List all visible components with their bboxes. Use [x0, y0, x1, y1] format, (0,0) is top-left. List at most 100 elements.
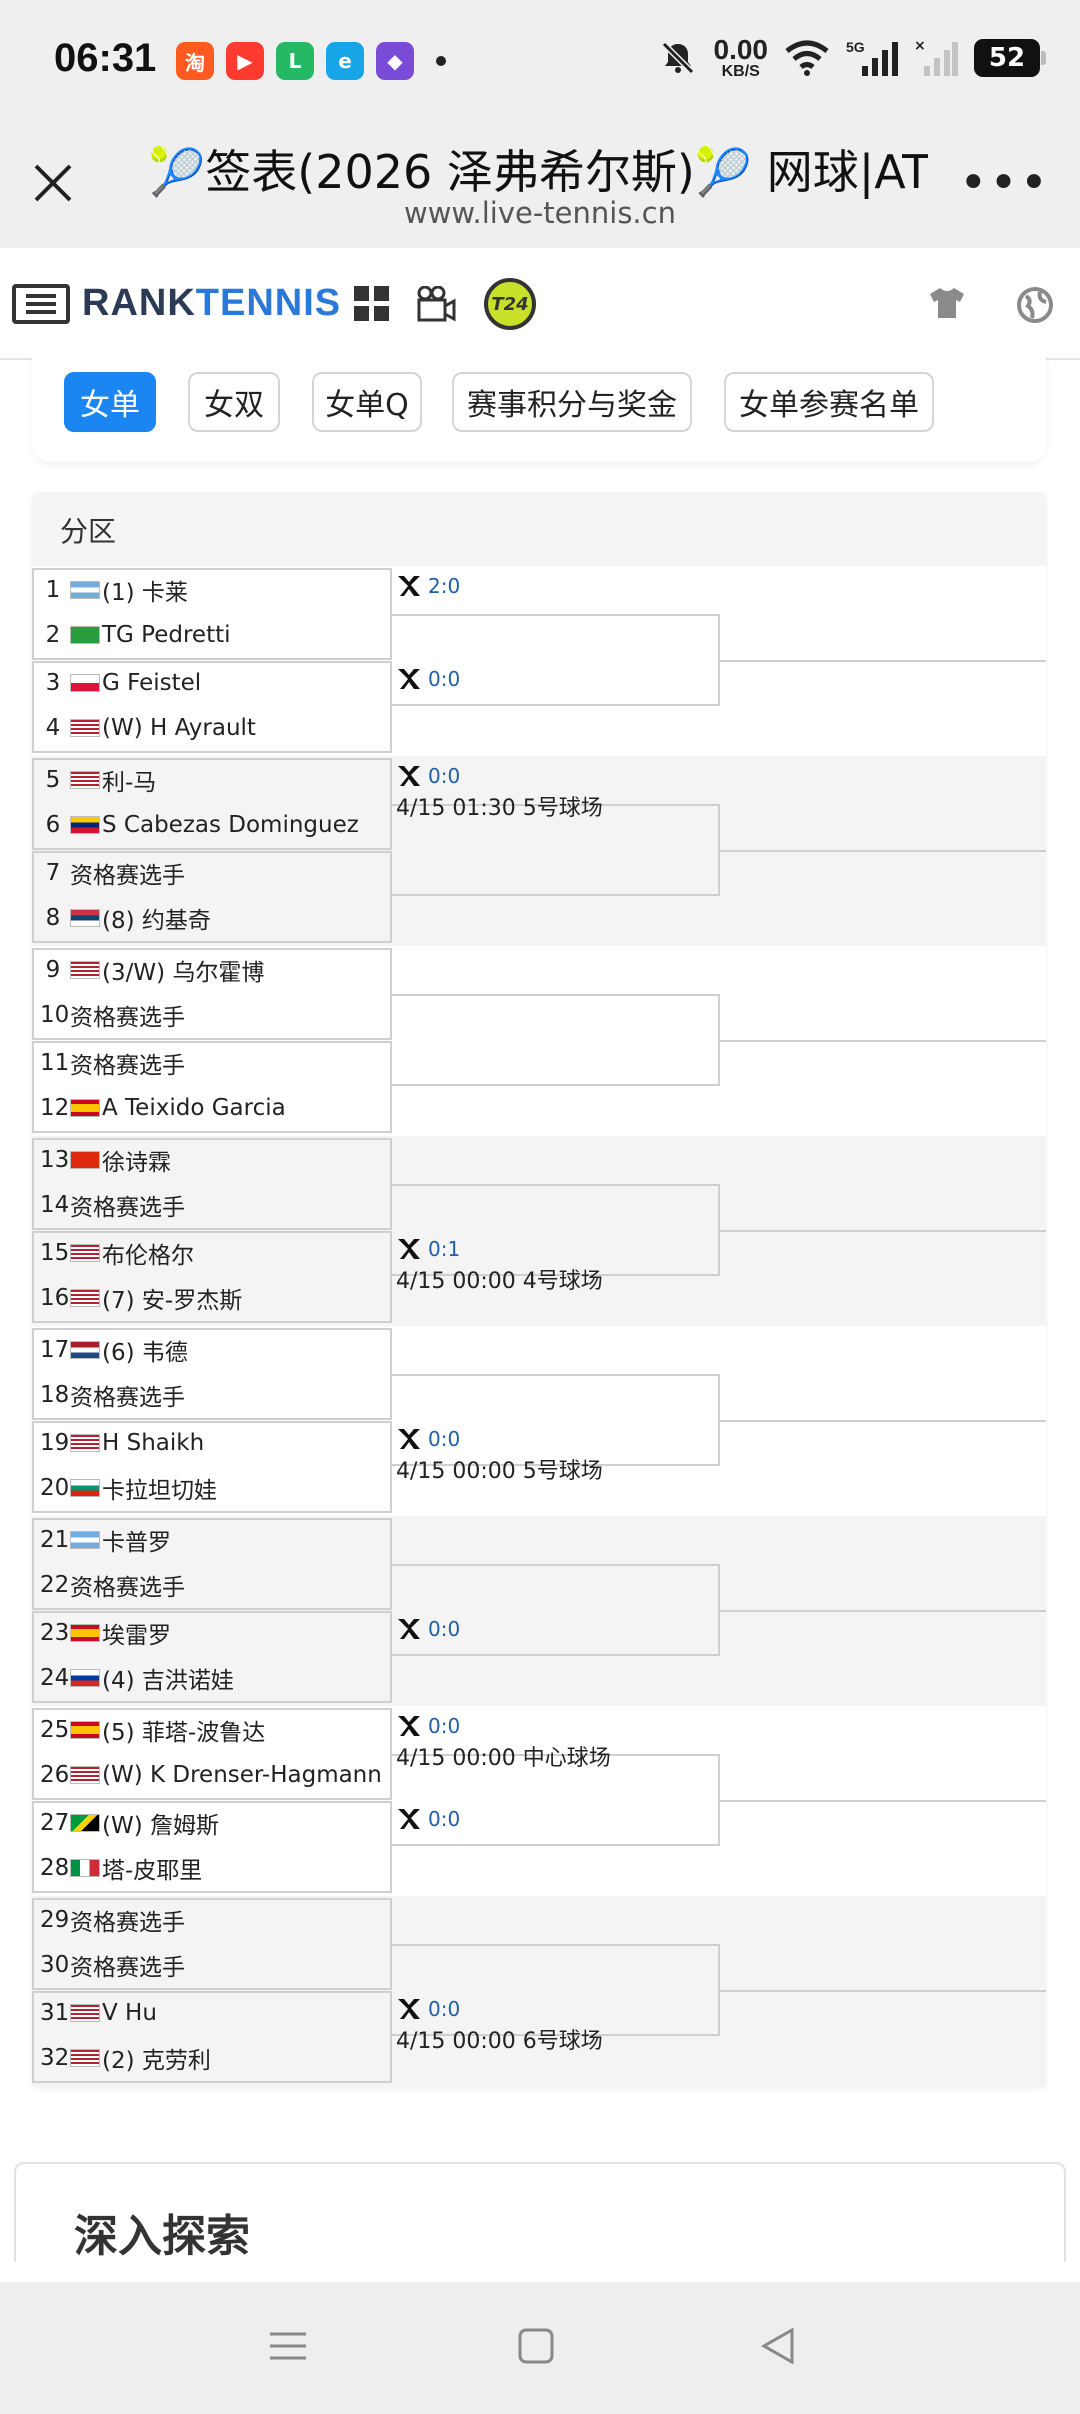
match-score[interactable]: 0:0	[396, 764, 460, 788]
draw-position: 27	[40, 1810, 70, 1836]
player-row[interactable]: 6 S Cabezas Dominguez	[40, 803, 359, 847]
player-row[interactable]: 12 A Teixido Garcia	[40, 1086, 286, 1130]
draw-position: 12	[40, 1094, 70, 1121]
player-row[interactable]: 29 资格赛选手	[40, 1898, 185, 1942]
player-row[interactable]: 25 (5) 菲塔-波鲁达	[40, 1708, 265, 1752]
player-row[interactable]: 5 利-马	[40, 758, 157, 802]
player-name: 卡普罗	[102, 1530, 171, 1556]
player-row[interactable]: 14 资格赛选手	[40, 1183, 185, 1227]
tab-womens-singles[interactable]: 女单	[64, 372, 156, 432]
match-score[interactable]: 0:0	[396, 1714, 460, 1738]
tab-entry-list[interactable]: 女单参赛名单	[724, 372, 934, 432]
logo-icon	[12, 283, 70, 324]
notification-app-icons: 淘 ▶ Le ◆	[176, 42, 446, 80]
match-score[interactable]: 0:0	[396, 667, 460, 691]
player-row[interactable]: 19 H Shaikh	[40, 1421, 204, 1465]
flag-icon	[70, 674, 100, 692]
home-icon[interactable]	[516, 2326, 556, 2366]
player-row[interactable]: 18 资格赛选手	[40, 1373, 185, 1417]
player-row[interactable]: 30 资格赛选手	[40, 1943, 185, 1987]
draw-position: 3	[45, 670, 61, 696]
player-row[interactable]: 13 徐诗霖	[40, 1138, 171, 1182]
explore-title: 深入探索	[74, 2211, 250, 2262]
player-row[interactable]: 7 资格赛选手	[40, 851, 185, 895]
flag-icon	[70, 1434, 100, 1452]
score-text: 2:0	[428, 574, 461, 598]
player-row[interactable]: 27 (W) 詹姆斯	[40, 1801, 219, 1845]
flag-icon	[70, 1858, 100, 1877]
third-round-connector	[718, 1040, 1046, 1042]
menu-icon[interactable]	[268, 2326, 308, 2366]
match-score[interactable]: 0:0	[396, 1807, 460, 1831]
wifi-icon	[785, 40, 829, 76]
player-row[interactable]: 28 塔-皮耶里	[40, 1846, 202, 1890]
draw-position: 9	[45, 957, 61, 983]
draw-position: 6	[45, 811, 61, 838]
signal-no-service-icon: ×	[914, 38, 958, 76]
player-row[interactable]: 16 (7) 安-罗杰斯	[40, 1276, 242, 1320]
draw-position: 22	[40, 1571, 70, 1598]
match-score[interactable]: 0:1	[396, 1237, 460, 1261]
flag-icon	[70, 1151, 100, 1169]
player-row[interactable]: 22 资格赛选手	[40, 1563, 185, 1607]
status-time: 06:31	[54, 36, 157, 80]
flag-icon	[70, 961, 100, 979]
flag-icon	[70, 1624, 100, 1642]
shirt-icon[interactable]	[928, 286, 966, 320]
globe-icon[interactable]	[1016, 286, 1054, 324]
player-row[interactable]: 21 卡普罗	[40, 1518, 171, 1562]
draw-position: 10	[40, 1001, 70, 1028]
player-row[interactable]: 15 布伦格尔	[40, 1231, 194, 1275]
player-row[interactable]: 20 卡拉坦切娃	[40, 1466, 217, 1510]
player-row[interactable]: 3 G Feistel	[40, 661, 202, 705]
match-score[interactable]: 0:0	[396, 1617, 460, 1641]
back-icon[interactable]	[758, 2326, 798, 2366]
t24-logo[interactable]: T24	[484, 278, 536, 330]
video-camera-icon[interactable]	[416, 286, 456, 322]
second-round-connector	[392, 994, 720, 1086]
player-row[interactable]: 23 埃雷罗	[40, 1611, 171, 1655]
game-app-icon: ◆	[376, 42, 414, 80]
player-name: 卡拉坦切娃	[102, 1477, 217, 1504]
crossed-rackets-icon	[398, 1429, 420, 1449]
tab-points-prize-money[interactable]: 赛事积分与奖金	[452, 372, 692, 432]
system-nav-bar	[0, 2282, 1080, 2414]
player-name: 资格赛选手	[70, 1384, 185, 1411]
crossed-rackets-icon	[398, 1239, 420, 1259]
player-row[interactable]: 4 (W) H Ayrault	[40, 706, 256, 750]
player-row[interactable]: 31 V Hu	[40, 1991, 157, 2035]
more-options-icon[interactable]: •••	[959, 159, 1050, 207]
flag-icon	[70, 2048, 100, 2067]
player-row[interactable]: 24 (4) 吉洪诺娃	[40, 1656, 234, 1700]
browser-title-bar: 🎾签表(2026 泽弗希尔斯)🎾 网球|AT... www.live-tenni…	[0, 118, 1080, 248]
player-name: (6) 韦德	[102, 1340, 188, 1366]
player-name: (2) 克劳利	[102, 2047, 211, 2074]
player-name: (W) K Drenser-Hagmann	[102, 1761, 382, 1788]
match-score[interactable]: 2:0	[396, 574, 460, 598]
flag-icon	[70, 1098, 100, 1117]
grid-menu-icon[interactable]	[354, 286, 390, 322]
player-row[interactable]: 11 资格赛选手	[40, 1041, 185, 1085]
player-row[interactable]: 8 (8) 约基奇	[40, 896, 211, 940]
crossed-rackets-icon	[398, 1619, 420, 1639]
match-schedule: 4/15 00:00 5号球场	[396, 1459, 603, 1484]
player-row[interactable]: 17 (6) 韦德	[40, 1328, 188, 1372]
player-name: (7) 安-罗杰斯	[102, 1287, 243, 1314]
tab-womens-doubles[interactable]: 女双	[188, 372, 280, 432]
draw-position: 28	[40, 1854, 70, 1881]
third-round-connector	[718, 850, 1046, 852]
player-row[interactable]: 9 (3/W) 乌尔霍博	[40, 948, 265, 992]
player-row[interactable]: 32 (2) 克劳利	[40, 2036, 211, 2080]
match-score[interactable]: 0:0	[396, 1427, 460, 1451]
player-row[interactable]: 1 (1) 卡莱	[40, 568, 188, 612]
battery-indicator: 52	[974, 39, 1046, 77]
player-name: (W) H Ayrault	[102, 714, 256, 741]
player-row[interactable]: 2 TG Pedretti	[40, 613, 231, 657]
player-row[interactable]: 26 (W) K Drenser-Hagmann	[40, 1753, 382, 1797]
page-url: www.live-tennis.cn	[404, 196, 676, 230]
player-row[interactable]: 10 资格赛选手	[40, 993, 185, 1037]
draw-position: 23	[40, 1620, 70, 1646]
site-logo[interactable]: RANKTENNIS	[12, 282, 341, 325]
match-score[interactable]: 0:0	[396, 1997, 460, 2021]
tab-womens-singles-qualifying[interactable]: 女单Q	[312, 372, 422, 432]
